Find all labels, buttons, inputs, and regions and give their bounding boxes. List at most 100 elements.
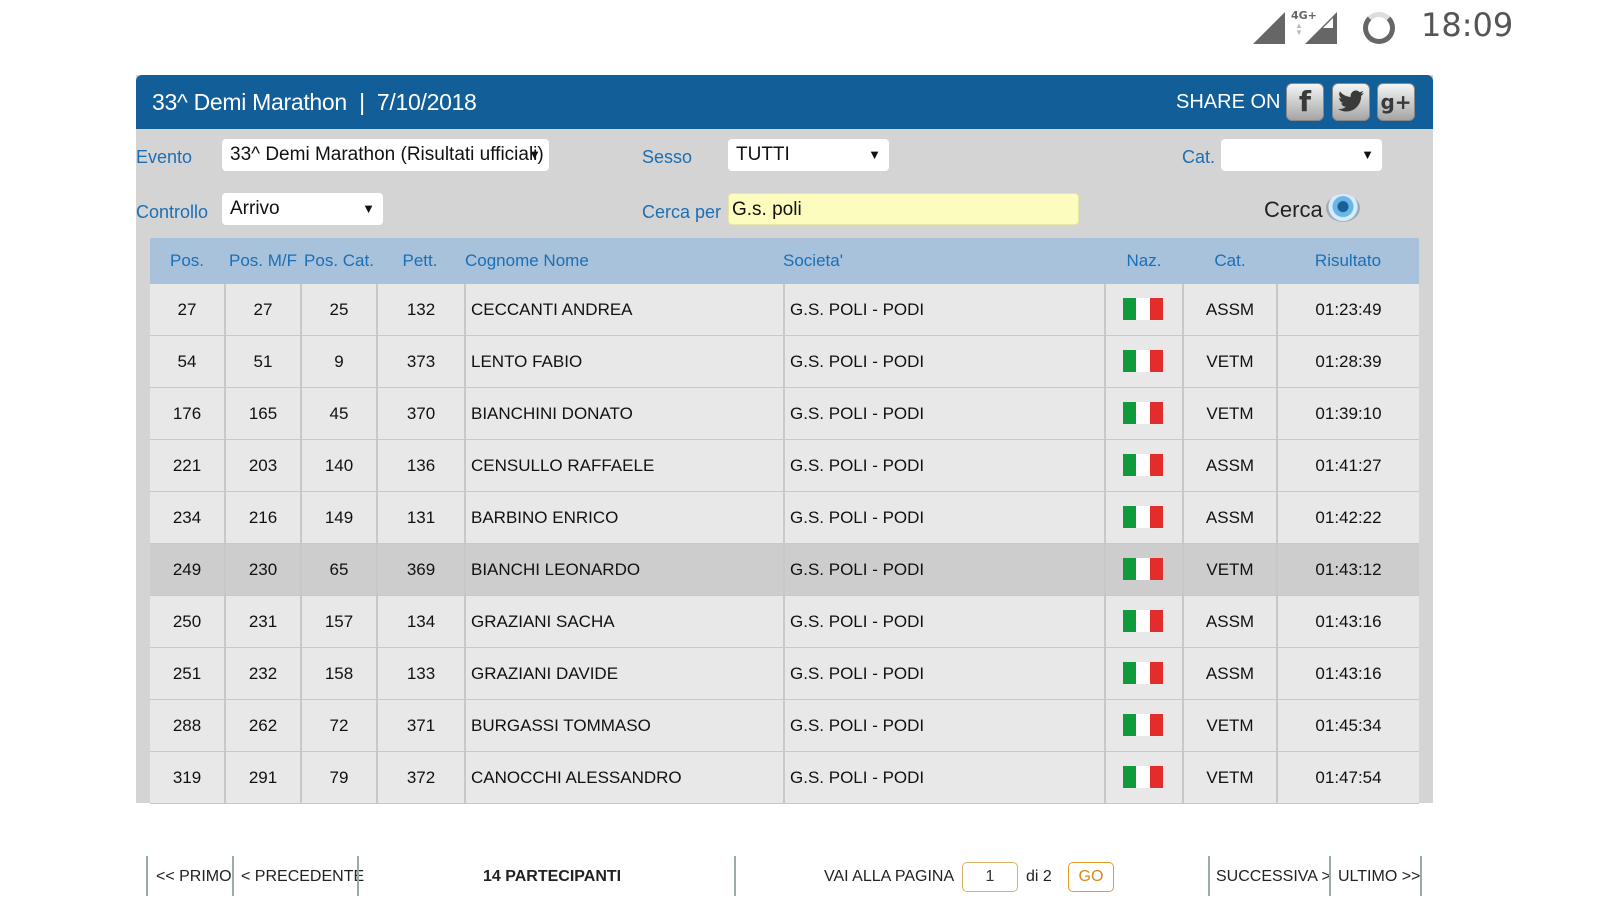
cell-pos-cat: 157 (302, 596, 378, 647)
cell-cat: ASSM (1184, 596, 1278, 647)
divider (734, 856, 736, 896)
cell-pos: 54 (150, 336, 226, 387)
twitter-icon[interactable] (1332, 83, 1370, 121)
sesso-select[interactable]: TUTTI ▼ (728, 139, 889, 171)
cell-societa: G.S. POLI - PODI (785, 388, 1106, 439)
cell-societa: G.S. POLI - PODI (785, 440, 1106, 491)
col-pos[interactable]: Pos. (150, 238, 224, 284)
prev-page-link[interactable]: < PRECEDENTE (241, 868, 364, 886)
table-row[interactable]: 54 51 9 373 LENTO FABIO G.S. POLI - PODI VETM 0… (150, 336, 1419, 388)
col-cat[interactable]: Cat. (1184, 238, 1276, 284)
cell-pos: 234 (150, 492, 226, 543)
cell-naz (1106, 388, 1184, 439)
italy-flag-icon (1123, 766, 1163, 788)
cell-risultato: 01:41:27 (1315, 456, 1382, 475)
col-name[interactable]: Cognome Nome (465, 238, 765, 284)
cell-risultato: 01:28:39 (1315, 352, 1382, 371)
page-total: di 2 (1026, 868, 1052, 885)
cell-name: LENTO FABIO (466, 336, 785, 387)
table-row[interactable]: 251 232 158 133 GRAZIANI DAVIDE G.S. POLI - P… (150, 648, 1419, 700)
cell-pett: 370 (378, 388, 466, 439)
cell-pos-mf: 27 (226, 284, 302, 335)
cell-pett: 369 (378, 544, 466, 595)
table-row[interactable]: 288 262 72 371 BURGASSI TOMMASO G.S. POLI - P… (150, 700, 1419, 752)
col-risultato[interactable]: Risultato (1278, 238, 1418, 284)
table-row[interactable]: 250 231 157 134 GRAZIANI SACHA G.S. POLI - PO… (150, 596, 1419, 648)
next-page-link[interactable]: SUCCESSIVA > (1216, 868, 1331, 886)
cell-risultato: 01:45:34 (1315, 716, 1382, 735)
search-button[interactable]: Cerca (1264, 193, 1360, 227)
cerca-per-input[interactable]: G.s. poli (728, 193, 1079, 225)
cell-name: BIANCHI LEONARDO (466, 544, 785, 595)
table-row[interactable]: 249 230 65 369 BIANCHI LEONARDO G.S. POLI - P… (150, 544, 1419, 596)
cell-societa: G.S. POLI - PODI (785, 544, 1106, 595)
table-row[interactable]: 176 165 45 370 BIANCHINI DONATO G.S. POLI - P… (150, 388, 1419, 440)
data-arrows-icon: ▲ ▼ (1295, 21, 1303, 37)
col-naz[interactable]: Naz. (1106, 238, 1182, 284)
cell-naz (1106, 596, 1184, 647)
cell-naz (1106, 284, 1184, 335)
cell-name: CANOCCHI ALESSANDRO (466, 752, 785, 803)
go-button[interactable]: GO (1068, 862, 1114, 892)
cell-naz (1106, 700, 1184, 751)
table-row[interactable]: 234 216 149 131 BARBINO ENRICO G.S. POLI - PO… (150, 492, 1419, 544)
first-page-link[interactable]: << PRIMO (156, 868, 232, 886)
cat-select[interactable]: ▼ (1221, 139, 1382, 171)
sesso-label: Sesso (642, 147, 693, 167)
googleplus-icon[interactable]: g+ (1377, 83, 1415, 121)
cell-pett: 373 (378, 336, 466, 387)
table-header: Pos. Pos. M/F Pos. Cat. Pett. Cognome No… (150, 238, 1419, 284)
page-number-input[interactable]: 1 (962, 862, 1018, 892)
cell-societa: G.S. POLI - PODI (785, 284, 1106, 335)
col-pos-mf[interactable]: Pos. M/F (226, 238, 300, 284)
cell-naz (1106, 752, 1184, 803)
italy-flag-icon (1123, 454, 1163, 476)
col-pos-cat[interactable]: Pos. Cat. (302, 238, 376, 284)
cell-societa: G.S. POLI - PODI (785, 752, 1106, 803)
dropdown-arrow-icon: ▼ (362, 201, 375, 216)
facebook-icon[interactable]: f (1286, 83, 1324, 121)
cell-pos-mf: 203 (226, 440, 302, 491)
cell-pos-mf: 51 (226, 336, 302, 387)
cell-name: BURGASSI TOMMASO (466, 700, 785, 751)
cell-pett: 134 (378, 596, 466, 647)
table-row[interactable]: 27 27 25 132 CECCANTI ANDREA G.S. POLI - PODI… (150, 284, 1419, 336)
cell-pett: 372 (378, 752, 466, 803)
evento-select-value: 33^ Demi Marathon (Risultati ufficiali) (230, 144, 544, 165)
cell-cat: VETM (1184, 700, 1278, 751)
controllo-select[interactable]: Arrivo ▼ (222, 193, 383, 225)
status-bar: 4G+ ▲ ▼ 18:09 (1199, 0, 1599, 52)
table-row[interactable]: 221 203 140 136 CENSULLO RAFFAELE G.S. POLI -… (150, 440, 1419, 492)
signal-icon (1253, 12, 1285, 44)
cell-cat: ASSM (1184, 648, 1278, 699)
eye-search-icon (1326, 194, 1360, 222)
col-pett[interactable]: Pett. (378, 238, 462, 284)
search-button-label: Cerca (1264, 197, 1323, 222)
cell-pett: 133 (378, 648, 466, 699)
cell-naz (1106, 648, 1184, 699)
table-row[interactable]: 319 291 79 372 CANOCCHI ALESSANDRO G.S. POLI … (150, 752, 1419, 804)
cell-societa: G.S. POLI - PODI (785, 336, 1106, 387)
col-societa[interactable]: Societa' (783, 238, 1083, 284)
sync-icon (1363, 12, 1395, 44)
table-body: 27 27 25 132 CECCANTI ANDREA G.S. POLI - PODI… (150, 284, 1419, 804)
cell-naz (1106, 440, 1184, 491)
cell-pett: 131 (378, 492, 466, 543)
cell-cat: VETM (1184, 752, 1278, 803)
cell-pos-mf: 262 (226, 700, 302, 751)
cell-pos: 249 (150, 544, 226, 595)
cell-pos-mf: 232 (226, 648, 302, 699)
cell-pos-cat: 25 (302, 284, 378, 335)
evento-label: Evento (136, 147, 193, 167)
divider (1329, 856, 1331, 896)
last-page-link[interactable]: ULTIMO >> (1338, 868, 1420, 886)
cell-pett: 132 (378, 284, 466, 335)
cell-pos: 221 (150, 440, 226, 491)
cell-societa: G.S. POLI - PODI (785, 596, 1106, 647)
cell-risultato: 01:23:49 (1315, 300, 1382, 319)
cell-name: CENSULLO RAFFAELE (466, 440, 785, 491)
cell-risultato: 01:43:16 (1315, 664, 1382, 683)
cell-pos-mf: 216 (226, 492, 302, 543)
clock: 18:09 (1421, 6, 1514, 44)
evento-select[interactable]: 33^ Demi Marathon (Risultati ufficiali) … (222, 139, 549, 171)
